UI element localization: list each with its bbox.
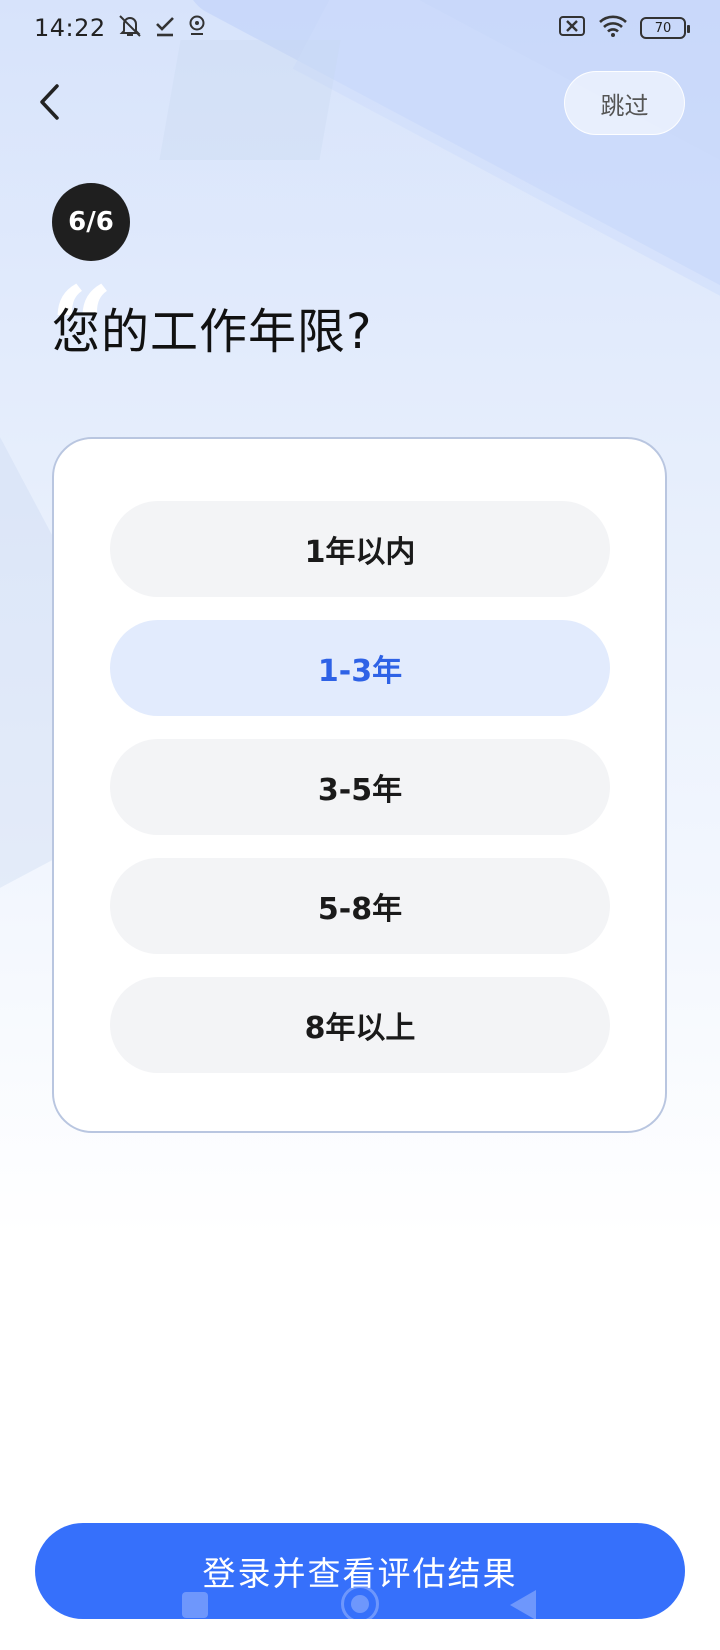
progress-badge: 6/6 <box>52 183 130 261</box>
location-pin-icon <box>186 14 208 42</box>
check-icon <box>154 14 176 42</box>
mute-bell-icon <box>116 13 144 43</box>
option-5[interactable]: 8年以上 <box>110 977 610 1073</box>
wifi-icon <box>598 14 628 42</box>
option-card: 1年以内 1-3年 3-5年 5-8年 8年以上 <box>52 437 667 1133</box>
option-3[interactable]: 3-5年 <box>110 739 610 835</box>
option-1[interactable]: 1年以内 <box>110 501 610 597</box>
question-title: 您的工作年限? <box>52 304 373 360</box>
back-button[interactable] <box>22 76 78 132</box>
status-left: 14:22 <box>34 13 208 43</box>
status-bar: 14:22 70 <box>0 0 720 56</box>
option-2-selected[interactable]: 1-3年 <box>110 620 610 716</box>
status-right: 70 <box>558 14 690 42</box>
skip-button[interactable]: 跳过 <box>564 71 685 135</box>
battery-icon: 70 <box>640 17 690 39</box>
status-time: 14:22 <box>34 14 106 42</box>
option-4[interactable]: 5-8年 <box>110 858 610 954</box>
chevron-left-icon <box>37 83 63 125</box>
background-decoration <box>159 40 341 160</box>
option-list: 1年以内 1-3年 3-5年 5-8年 8年以上 <box>110 501 610 1073</box>
login-view-result-button[interactable]: 登录并查看评估结果 <box>35 1523 685 1619</box>
questionnaire-screen: 14:22 70 跳过 6/6 “ 您的工作年限? 1年以内 1-3年 3-5年… <box>0 0 720 1650</box>
sim-blocked-icon <box>558 15 586 41</box>
